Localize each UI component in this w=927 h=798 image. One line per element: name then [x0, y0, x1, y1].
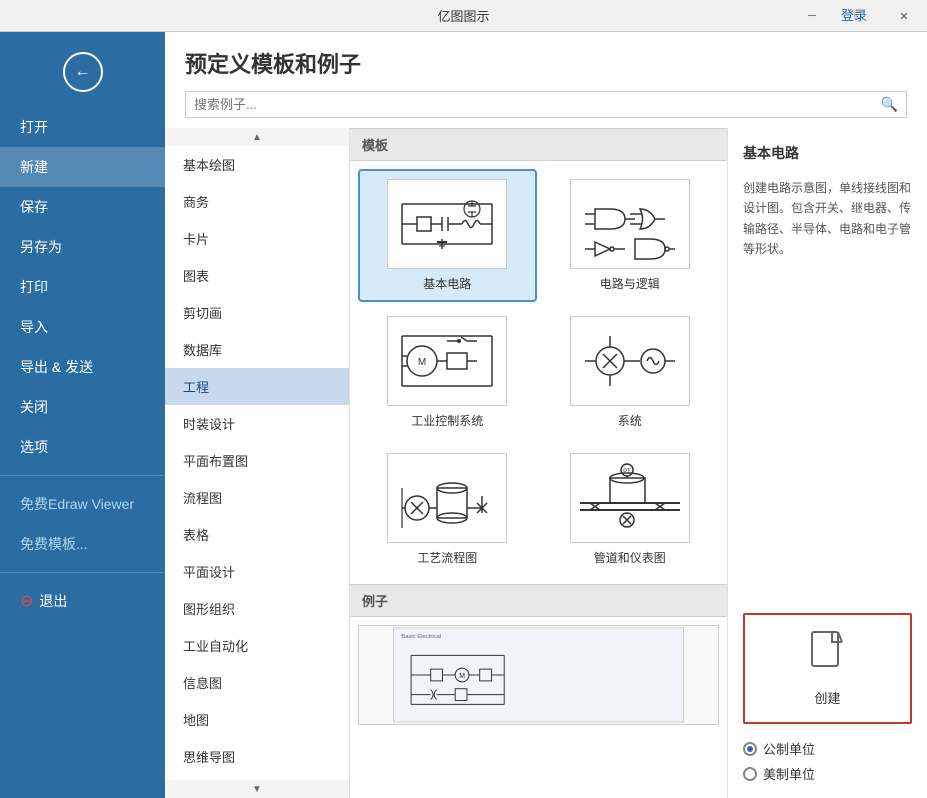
category-item-1[interactable]: 商务 [165, 183, 349, 220]
svg-text:PT: PT [623, 469, 631, 475]
search-input[interactable] [194, 97, 875, 112]
template-item-pipeline[interactable]: PT 管道和仪表图 [541, 443, 720, 576]
sidebar-item-open[interactable]: 打开 [0, 107, 165, 147]
exit-icon: ⊖ [20, 591, 33, 611]
sidebar-divider-1 [0, 475, 165, 476]
sidebar-item-template[interactable]: 免费模板... [0, 524, 165, 564]
category-item-5[interactable]: 数据库 [165, 331, 349, 368]
metric-unit-option[interactable]: 公制单位 [743, 739, 912, 758]
category-item-7[interactable]: 时装设计 [165, 405, 349, 442]
titlebar-title: 亿图图示 [437, 6, 489, 25]
templates-panel: 模板 [350, 128, 727, 798]
create-button[interactable]: 创建 [743, 613, 912, 724]
svg-text:M: M [459, 673, 465, 680]
templates-grid: 基本电路 [350, 161, 727, 584]
search-bar: 🔍 [185, 91, 907, 118]
template-item-circuit-logic[interactable]: 电路与逻辑 [541, 169, 720, 302]
category-item-0[interactable]: 基本绘图 [165, 146, 349, 183]
svg-text:M: M [418, 357, 426, 368]
category-item-11[interactable]: 平面设计 [165, 553, 349, 590]
category-item-16[interactable]: 思维导图 [165, 738, 349, 775]
template-label-industrial-control: 工业控制系统 [411, 412, 483, 429]
info-panel: 基本电路 创建电路示意图，单线接线图和设计图。包含开关、继电器、传输路径、半导体… [727, 128, 927, 798]
metric-radio[interactable] [743, 742, 757, 756]
category-item-15[interactable]: 地图 [165, 701, 349, 738]
sidebar-item-save[interactable]: 保存 [0, 187, 165, 227]
minimize-button[interactable]: ─ [789, 0, 835, 32]
template-label-system: 系统 [618, 412, 642, 429]
category-item-12[interactable]: 图形组织 [165, 590, 349, 627]
content-area: 预定义模板和例子 🔍 ▲ 基本绘图商务卡片图表剪切画数据库工程时装设计平面布置图… [165, 32, 927, 798]
login-button[interactable]: 登录 [841, 5, 867, 24]
app-container: ← 打开 新建 保存 另存为 打印 导入 导出 & 发送 关闭 选项 免费Edr… [0, 32, 927, 798]
template-label-circuit-logic: 电路与逻辑 [600, 275, 660, 292]
category-panel: ▲ 基本绘图商务卡片图表剪切画数据库工程时装设计平面布置图流程图表格平面设计图形… [165, 128, 350, 798]
sidebar-item-import[interactable]: 导入 [0, 307, 165, 347]
category-item-2[interactable]: 卡片 [165, 220, 349, 257]
template-label-pipeline: 管道和仪表图 [594, 549, 666, 566]
category-item-6[interactable]: 工程 [165, 368, 349, 405]
category-item-3[interactable]: 图表 [165, 257, 349, 294]
category-item-13[interactable]: 工业自动化 [165, 627, 349, 664]
sidebar-item-viewer[interactable]: 免费Edraw Viewer [0, 484, 165, 524]
sidebar: ← 打开 新建 保存 另存为 打印 导入 导出 & 发送 关闭 选项 免费Edr… [0, 32, 165, 798]
template-item-system[interactable]: 系统 [541, 306, 720, 439]
info-panel-description: 创建电路示意图，单线接线图和设计图。包含开关、继电器、传输路径、半导体、电路和电… [743, 178, 912, 260]
search-icon[interactable]: 🔍 [881, 96, 898, 113]
template-thumb-process-flow [387, 453, 507, 543]
info-panel-title: 基本电路 [743, 143, 912, 163]
template-thumb-pipeline: PT [570, 453, 690, 543]
template-thumb-system [570, 316, 690, 406]
template-thumb-basic-circuit [387, 179, 507, 269]
template-item-industrial-control[interactable]: M [358, 306, 537, 439]
svg-text:Basic Electrical: Basic Electrical [401, 634, 441, 640]
template-thumb-industrial-control: M [387, 316, 507, 406]
sidebar-item-saveas[interactable]: 另存为 [0, 227, 165, 267]
back-arrow-icon: ← [75, 63, 91, 81]
template-item-basic-circuit[interactable]: 基本电路 [358, 169, 537, 302]
template-label-process-flow: 工艺流程图 [417, 549, 477, 566]
document-icon [810, 630, 846, 680]
imperial-radio[interactable] [743, 767, 757, 781]
titlebar: 亿图图示 ─ □ ✕ 登录 [0, 0, 927, 32]
category-item-14[interactable]: 信息图 [165, 664, 349, 701]
templates-section-header: 模板 [350, 128, 727, 161]
category-item-9[interactable]: 流程图 [165, 479, 349, 516]
examples-section-header: 例子 [350, 584, 727, 617]
category-list: 基本绘图商务卡片图表剪切画数据库工程时装设计平面布置图流程图表格平面设计图形组织… [165, 146, 349, 798]
content-body: ▲ 基本绘图商务卡片图表剪切画数据库工程时装设计平面布置图流程图表格平面设计图形… [165, 128, 927, 798]
sidebar-item-export[interactable]: 导出 & 发送 [0, 347, 165, 387]
examples-area: Basic Electrical M [350, 617, 727, 733]
sidebar-item-exit[interactable]: ⊖ 退出 [0, 581, 165, 621]
sidebar-item-options[interactable]: 选项 [0, 427, 165, 467]
category-item-10[interactable]: 表格 [165, 516, 349, 553]
sidebar-divider-2 [0, 572, 165, 573]
content-top: 预定义模板和例子 🔍 [165, 32, 927, 128]
units-section: 公制单位 美制单位 [743, 739, 912, 783]
example-thumbnail[interactable]: Basic Electrical M [358, 625, 719, 725]
template-thumb-circuit-logic [570, 179, 690, 269]
back-button[interactable]: ← [63, 52, 103, 92]
category-item-4[interactable]: 剪切画 [165, 294, 349, 331]
page-title: 预定义模板和例子 [185, 47, 907, 79]
sidebar-item-close[interactable]: 关闭 [0, 387, 165, 427]
template-label-basic-circuit: 基本电路 [423, 275, 471, 292]
sidebar-item-print[interactable]: 打印 [0, 267, 165, 307]
category-scroll-up[interactable]: ▲ [165, 128, 349, 146]
category-item-8[interactable]: 平面布置图 [165, 442, 349, 479]
sidebar-item-new[interactable]: 新建 [0, 147, 165, 187]
imperial-unit-option[interactable]: 美制单位 [743, 764, 912, 783]
close-button[interactable]: ✕ [881, 0, 927, 32]
create-label: 创建 [814, 688, 840, 707]
category-scroll-down[interactable]: ▼ [165, 780, 349, 798]
template-item-process-flow[interactable]: 工艺流程图 [358, 443, 537, 576]
